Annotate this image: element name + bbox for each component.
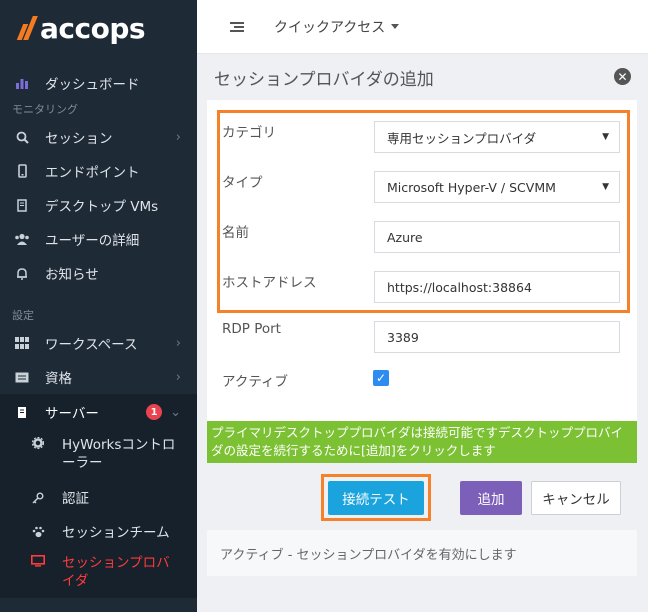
help-text: アクティブ - セッションプロバイダを有効にします (207, 530, 637, 576)
type-select[interactable]: Microsoft Hyper-V / SCVMM ▼ (374, 171, 620, 203)
rdp-port-value: 3389 (387, 329, 419, 345)
rdp-port-input[interactable]: 3389 (374, 321, 620, 353)
sidebar: accops ダッシュボード モニタリング セッション › エンドポイント デス… (0, 0, 197, 612)
select-caret-icon: ▼ (602, 132, 609, 142)
info-banner: プライマリデスクトッププロバイダは接続可能ですデスクトッププロバイダの設定を続行… (207, 421, 637, 463)
sidebar-subitem-label: セッションチーム (62, 525, 170, 541)
chevron-right-icon: › (175, 335, 181, 351)
server-icon (12, 198, 32, 212)
host-address-value: https://localhost:38864 (387, 279, 532, 295)
sidebar-item-label: ワークスペース (45, 337, 138, 353)
main-content: セッションプロバイダの追加 ✕ カテゴリ 専用セッションプロバイダ ▼ タイプ … (197, 55, 648, 612)
sidebar-item-session[interactable]: セッション › (0, 120, 197, 154)
bell-icon (12, 267, 32, 280)
accops-logo-icon (16, 13, 38, 43)
menu-toggle-icon[interactable] (230, 21, 244, 32)
caret-down-icon (391, 24, 400, 29)
sidebar-subitem-label: HyWorksコントローラー (62, 437, 176, 471)
grid-icon (12, 337, 32, 349)
sidebar-subitem-session-provider[interactable]: セッションプロバイダ (0, 548, 197, 598)
section-label-settings: 設定 (12, 309, 34, 322)
chevron-down-icon: ⌄ (170, 404, 181, 420)
category-value: 専用セッションプロバイダ (387, 130, 537, 146)
name-value: Azure (387, 229, 423, 245)
search-icon (12, 131, 32, 144)
sidebar-item-credentials[interactable]: 資格 › (0, 360, 197, 394)
notification-badge: 1 (146, 404, 163, 420)
active-checkbox[interactable]: ✓ (373, 370, 389, 386)
logo-text: accops (40, 11, 146, 45)
top-bar: クイックアクセス (197, 0, 648, 54)
chevron-right-icon: › (175, 129, 181, 145)
select-caret-icon: ▼ (602, 182, 609, 192)
sidebar-item-label: お知らせ (45, 267, 99, 283)
sidebar-item-dashboard[interactable]: ダッシュボード (0, 66, 197, 100)
server-icon (12, 406, 32, 419)
rdp-port-label: RDP Port (222, 321, 281, 337)
page-title: セッションプロバイダの追加 (214, 70, 434, 90)
sidebar-subitem-authentication[interactable]: 認証 (0, 480, 197, 514)
sidebar-item-label: 資格 (45, 371, 72, 387)
gear-icon (30, 437, 46, 449)
category-select[interactable]: 専用セッションプロバイダ ▼ (374, 121, 620, 153)
sidebar-subitem-session-team[interactable]: セッションチーム (0, 514, 197, 548)
sidebar-subitem-label: セッションプロバイダ (62, 555, 170, 589)
host-address-input[interactable]: https://localhost:38864 (374, 271, 620, 303)
sidebar-item-label: ユーザーの詳細 (45, 233, 140, 249)
active-label: アクティブ (222, 374, 289, 390)
sidebar-item-label: セッション (45, 131, 113, 147)
close-icon[interactable]: ✕ (614, 68, 631, 85)
connection-test-button[interactable]: 接続テスト (328, 481, 424, 515)
sidebar-item-label: エンドポイント (45, 165, 140, 181)
bar-chart-icon (12, 77, 32, 89)
quick-access-label: クイックアクセス (274, 19, 386, 36)
type-label: タイプ (222, 175, 263, 191)
sidebar-item-user-details[interactable]: ユーザーの詳細 (0, 222, 197, 256)
paw-icon (30, 526, 46, 538)
id-card-icon (12, 372, 32, 383)
sidebar-item-notifications[interactable]: お知らせ (0, 256, 197, 290)
monitor-icon (30, 555, 46, 567)
key-icon (30, 492, 46, 504)
chevron-right-icon: › (175, 369, 181, 385)
sidebar-item-workspace[interactable]: ワークスペース › (0, 326, 197, 360)
users-icon (12, 233, 32, 245)
type-value: Microsoft Hyper-V / SCVMM (387, 179, 556, 195)
sidebar-item-server[interactable]: サーバー 1 ⌄ (0, 394, 197, 430)
logo[interactable]: accops (0, 0, 197, 56)
sidebar-item-desktop-vms[interactable]: デスクトップ VMs (0, 188, 197, 222)
category-label: カテゴリ (222, 125, 276, 141)
quick-access-dropdown[interactable]: クイックアクセス (274, 17, 400, 37)
host-address-label: ホストアドレス (222, 275, 317, 291)
cancel-button[interactable]: キャンセル (531, 481, 621, 515)
section-label-monitoring: モニタリング (12, 103, 78, 116)
sidebar-item-label: サーバー (45, 406, 99, 422)
add-button[interactable]: 追加 (460, 481, 522, 515)
sidebar-subitem-hyworks-controller[interactable]: HyWorksコントローラー (0, 430, 197, 480)
sidebar-subitem-label: 認証 (62, 491, 89, 507)
sidebar-item-endpoint[interactable]: エンドポイント (0, 154, 197, 188)
name-input[interactable]: Azure (374, 221, 620, 253)
mobile-icon (12, 164, 32, 178)
sidebar-item-label: ダッシュボード (45, 77, 140, 93)
sidebar-item-label: デスクトップ VMs (45, 199, 159, 215)
name-label: 名前 (222, 225, 249, 241)
